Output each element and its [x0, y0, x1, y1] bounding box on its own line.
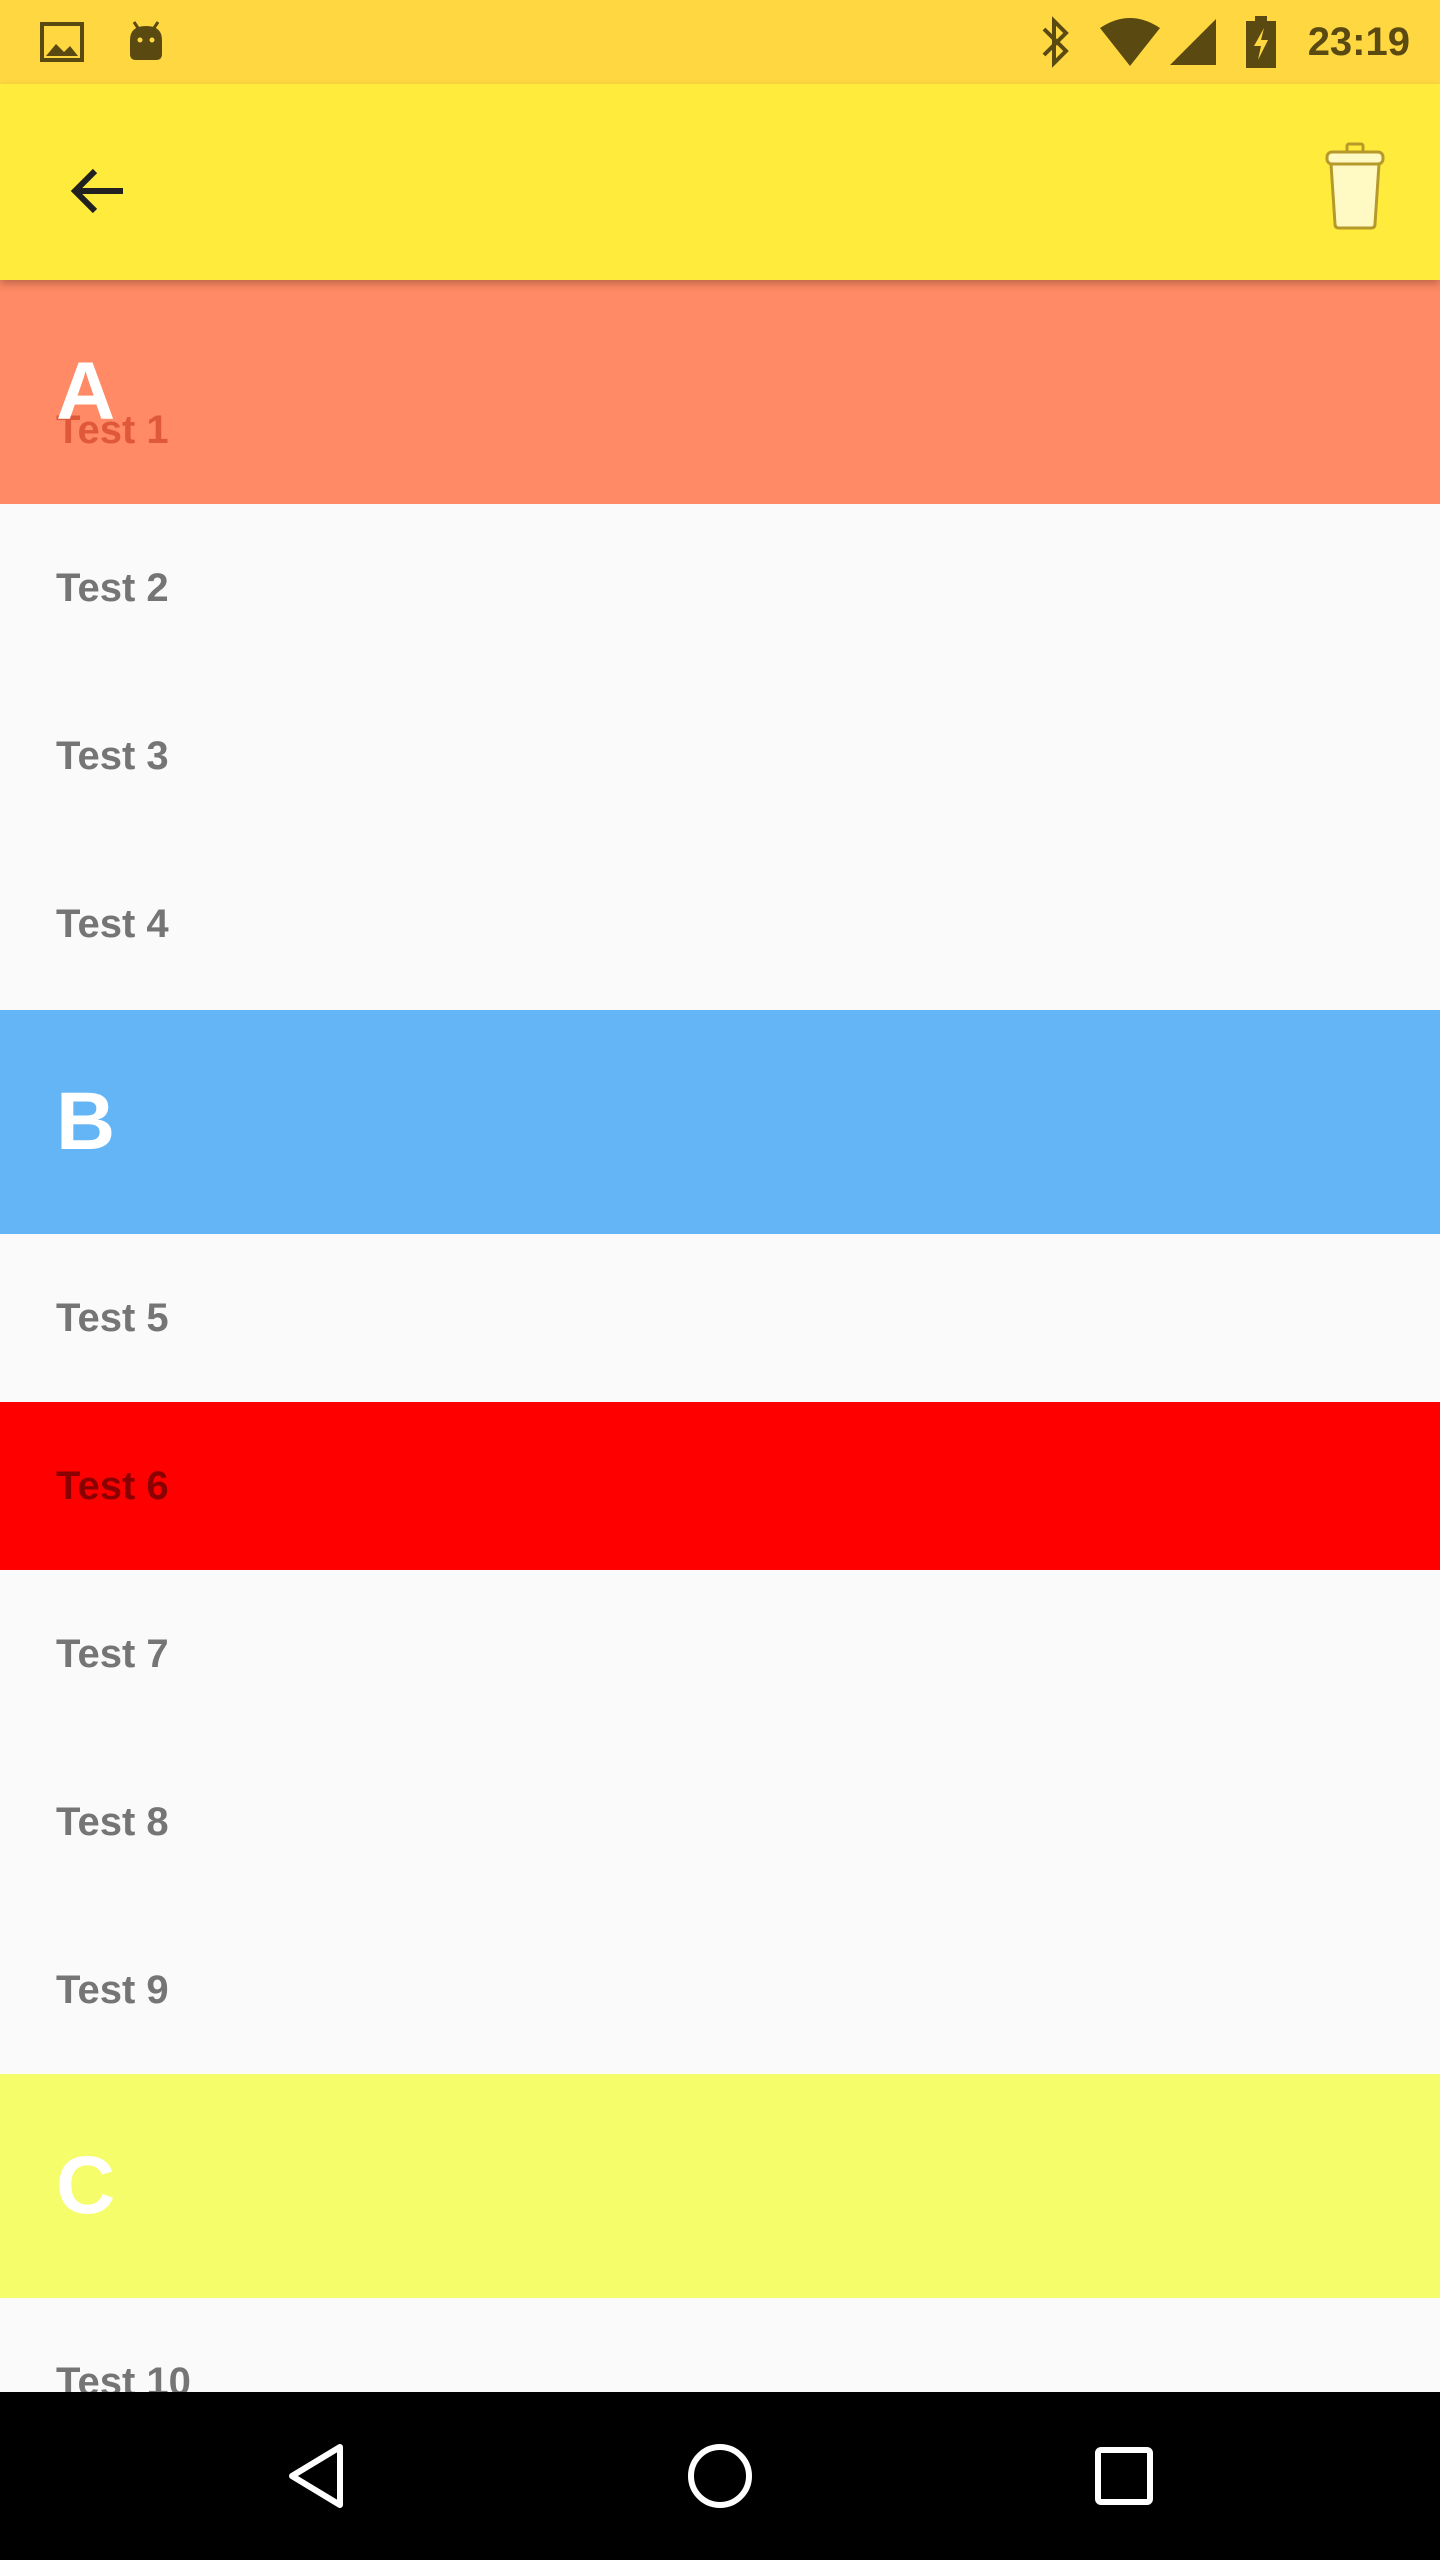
- recents-square-icon: [1095, 2447, 1153, 2505]
- list-item[interactable]: Test 3: [0, 672, 1440, 840]
- list-item[interactable]: Test 5: [0, 1234, 1440, 1402]
- signal-icon: [1168, 0, 1218, 84]
- arrow-back-icon: [70, 168, 123, 214]
- image-icon: [40, 0, 84, 84]
- list-item[interactable]: Test 9: [0, 1906, 1440, 2074]
- home-circle-icon: [688, 2444, 752, 2508]
- back-button[interactable]: [52, 146, 142, 236]
- list-item-label: Test 5: [56, 1296, 169, 1340]
- back-triangle-icon: [289, 2444, 343, 2508]
- section-header-c: C: [0, 2074, 1440, 2298]
- sectioned-list[interactable]: Test 1 A Test 2 Test 3 Test 4 B Test 5 T…: [0, 280, 1440, 2392]
- section-header-letter: B: [56, 1076, 116, 1167]
- section-header-b: B: [0, 1010, 1440, 1234]
- list-item[interactable]: Test 10: [0, 2298, 1440, 2392]
- delete-button[interactable]: [1310, 136, 1400, 236]
- list-item-label: Test 2: [56, 566, 169, 610]
- list-item[interactable]: Test 2: [0, 504, 1440, 672]
- status-clock: 23:19: [1307, 20, 1410, 64]
- battery-charging-icon: [1244, 0, 1278, 84]
- list-item-label: Test 9: [56, 1968, 169, 2012]
- section-header-a: Test 1 A: [0, 280, 1440, 504]
- section-header-letter: A: [56, 346, 116, 437]
- list-item-label: Test 3: [56, 734, 169, 778]
- wifi-icon: [1098, 0, 1162, 84]
- navigation-bar: [0, 2392, 1440, 2560]
- list-item-label: Test 10: [56, 2360, 191, 2392]
- section-header-letter: C: [56, 2140, 116, 2231]
- list-item[interactable]: Test 8: [0, 1738, 1440, 1906]
- nav-home-button[interactable]: [640, 2392, 800, 2560]
- list-item-label: Test 8: [56, 1800, 169, 1844]
- trash-icon: [1325, 142, 1385, 230]
- list-item[interactable]: Test 4: [0, 840, 1440, 1008]
- list-item-label: Test 6: [56, 1464, 169, 1508]
- list-item[interactable]: Test 7: [0, 1570, 1440, 1738]
- list-item-highlighted[interactable]: Test 6: [0, 1402, 1440, 1570]
- nav-recents-button[interactable]: [1044, 2392, 1204, 2560]
- android-icon: [124, 0, 168, 84]
- nav-back-button[interactable]: [236, 2392, 396, 2560]
- list-item-label: Test 7: [56, 1632, 169, 1676]
- bluetooth-icon: [1038, 0, 1074, 84]
- status-bar: 23:19: [0, 0, 1440, 84]
- list-item-label: Test 4: [56, 902, 169, 946]
- app-bar: [0, 84, 1440, 280]
